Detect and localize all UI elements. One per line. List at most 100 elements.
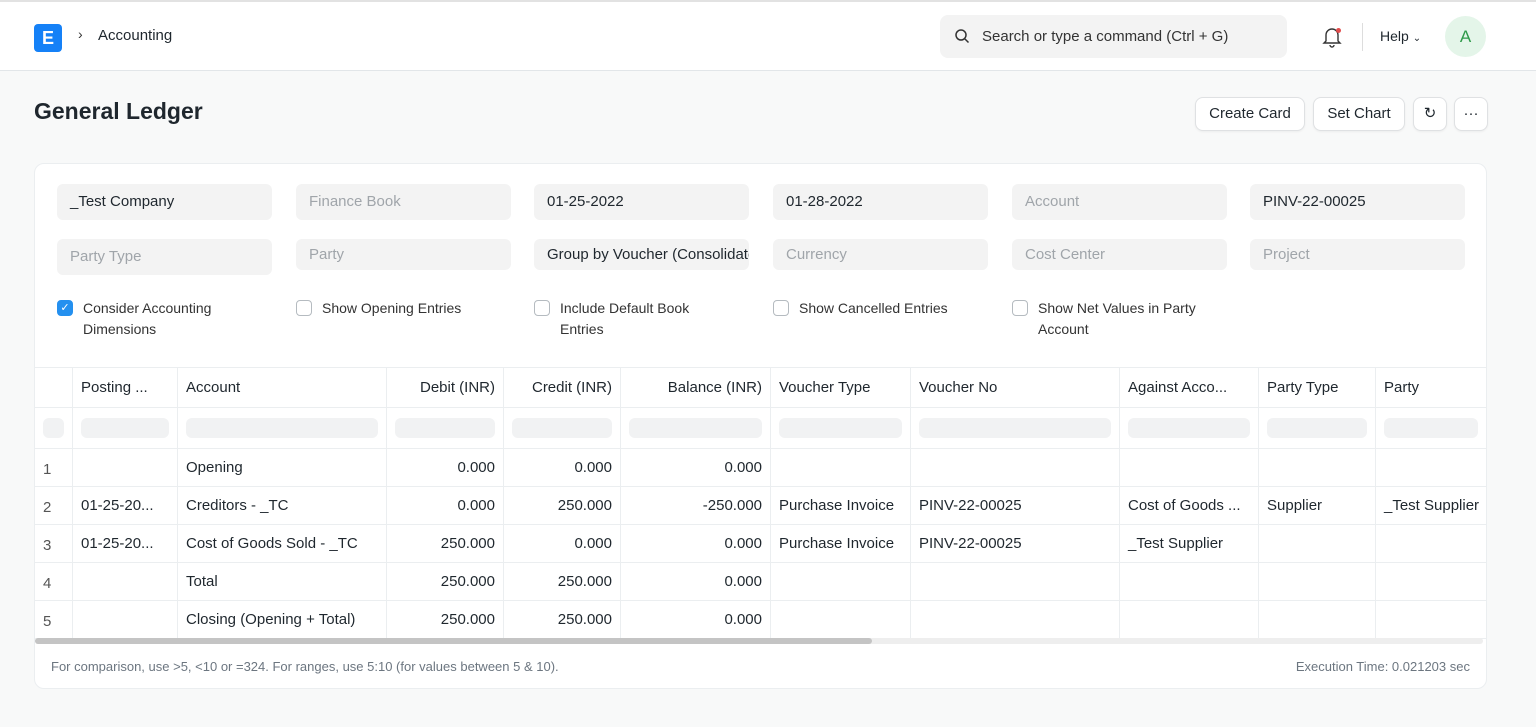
table-cell[interactable]: Purchase Invoice [771,525,911,562]
checkbox[interactable]: ✓ [57,300,73,316]
table-cell[interactable] [771,563,911,600]
table-cell[interactable]: 250.000 [387,563,504,600]
table-cell[interactable]: _Test Supplier [1376,487,1487,524]
table-cell[interactable]: 0.000 [504,525,621,562]
filter-field[interactable]: 01-25-2022 [534,184,749,220]
column-header[interactable]: Party Type [1259,368,1376,407]
column-header[interactable]: Credit (INR) [504,368,621,407]
filter-field[interactable]: 01-28-2022 [773,184,988,220]
filter-field[interactable]: Currency [773,239,988,270]
column-filter-input[interactable] [629,418,762,438]
filter-field[interactable]: Party [296,239,511,270]
avatar[interactable]: A [1445,16,1486,57]
table-cell[interactable] [911,563,1120,600]
filter-field[interactable]: Finance Book [296,184,511,220]
checkbox-option[interactable]: Show Opening Entries [296,298,496,319]
column-header[interactable]: Voucher Type [771,368,911,407]
table-cell[interactable]: 250.000 [387,601,504,638]
row-number[interactable]: 2 [35,487,73,524]
column-header[interactable]: Against Acco... [1120,368,1259,407]
table-cell[interactable]: 0.000 [504,449,621,486]
scrollbar-thumb[interactable] [35,638,872,644]
checkbox[interactable] [534,300,550,316]
table-cell[interactable]: PINV-22-00025 [911,525,1120,562]
row-number[interactable]: 4 [35,563,73,600]
table-cell[interactable] [73,563,178,600]
row-number[interactable]: 3 [35,525,73,562]
table-cell[interactable] [1376,563,1487,600]
table-cell[interactable]: 0.000 [387,449,504,486]
table-cell[interactable]: 250.000 [387,525,504,562]
table-cell[interactable]: -250.000 [621,487,771,524]
search-input[interactable]: Search or type a command (Ctrl + G) [940,15,1287,58]
table-cell[interactable]: 0.000 [621,601,771,638]
table-cell[interactable]: 0.000 [621,525,771,562]
checkbox[interactable] [773,300,789,316]
filter-field[interactable]: Cost Center [1012,239,1227,270]
table-cell[interactable] [73,449,178,486]
column-filter-input[interactable] [1384,418,1478,438]
filter-field[interactable]: PINV-22-00025 [1250,184,1465,220]
table-cell[interactable] [1259,563,1376,600]
checkbox[interactable] [1012,300,1028,316]
checkbox[interactable] [296,300,312,316]
table-cell[interactable] [911,601,1120,638]
column-filter-input[interactable] [779,418,902,438]
table-cell[interactable]: Cost of Goods ... [1120,487,1259,524]
table-cell[interactable]: 0.000 [621,449,771,486]
table-cell[interactable]: 250.000 [504,563,621,600]
row-number[interactable]: 5 [35,601,73,638]
table-cell[interactable] [1120,563,1259,600]
column-header[interactable]: Debit (INR) [387,368,504,407]
table-cell[interactable]: Opening [178,449,387,486]
table-cell[interactable]: Purchase Invoice [771,487,911,524]
column-filter-input[interactable] [43,418,64,438]
column-filter-input[interactable] [1267,418,1367,438]
table-cell[interactable]: 250.000 [504,487,621,524]
table-cell[interactable] [73,601,178,638]
table-cell[interactable] [1259,449,1376,486]
table-cell[interactable] [1120,601,1259,638]
checkbox-option[interactable]: Include Default Book Entries [534,298,734,340]
table-cell[interactable]: 0.000 [387,487,504,524]
table-cell[interactable] [1376,449,1487,486]
table-cell[interactable]: Closing (Opening + Total) [178,601,387,638]
filter-field[interactable]: Project [1250,239,1465,270]
column-filter-input[interactable] [186,418,378,438]
column-header[interactable]: Balance (INR) [621,368,771,407]
table-cell[interactable]: 01-25-20... [73,525,178,562]
app-logo[interactable]: E [34,24,62,52]
table-cell[interactable]: Creditors - _TC [178,487,387,524]
table-cell[interactable] [1376,601,1487,638]
set-chart-button[interactable]: Set Chart [1313,97,1405,131]
column-header[interactable]: Posting ... [73,368,178,407]
table-cell[interactable]: PINV-22-00025 [911,487,1120,524]
table-cell[interactable]: Total [178,563,387,600]
column-filter-input[interactable] [395,418,495,438]
row-number[interactable]: 1 [35,449,73,486]
more-menu-button[interactable]: ··· [1454,97,1488,131]
column-filter-input[interactable] [1128,418,1250,438]
checkbox-option[interactable]: Show Net Values in Party Account [1012,298,1212,340]
table-cell[interactable] [771,601,911,638]
table-cell[interactable] [1259,525,1376,562]
column-filter-input[interactable] [919,418,1111,438]
filter-field[interactable]: _Test Company [57,184,272,220]
column-filter-input[interactable] [81,418,169,438]
checkbox-option[interactable]: Show Cancelled Entries [773,298,973,319]
table-cell[interactable] [911,449,1120,486]
column-header[interactable] [35,368,73,407]
create-card-button[interactable]: Create Card [1195,97,1305,131]
table-cell[interactable] [1120,449,1259,486]
refresh-button[interactable]: ↻ [1413,97,1447,131]
breadcrumb-accounting[interactable]: Accounting [98,27,172,44]
horizontal-scrollbar[interactable] [35,638,1483,644]
table-cell[interactable] [1259,601,1376,638]
table-cell[interactable]: Supplier [1259,487,1376,524]
help-dropdown[interactable]: Help ⌄ [1380,28,1421,44]
table-cell[interactable]: Cost of Goods Sold - _TC [178,525,387,562]
table-cell[interactable]: 0.000 [621,563,771,600]
table-cell[interactable]: _Test Supplier [1120,525,1259,562]
table-cell[interactable] [1376,525,1487,562]
filter-field[interactable]: Group by Voucher (Consolidated) [534,239,749,270]
